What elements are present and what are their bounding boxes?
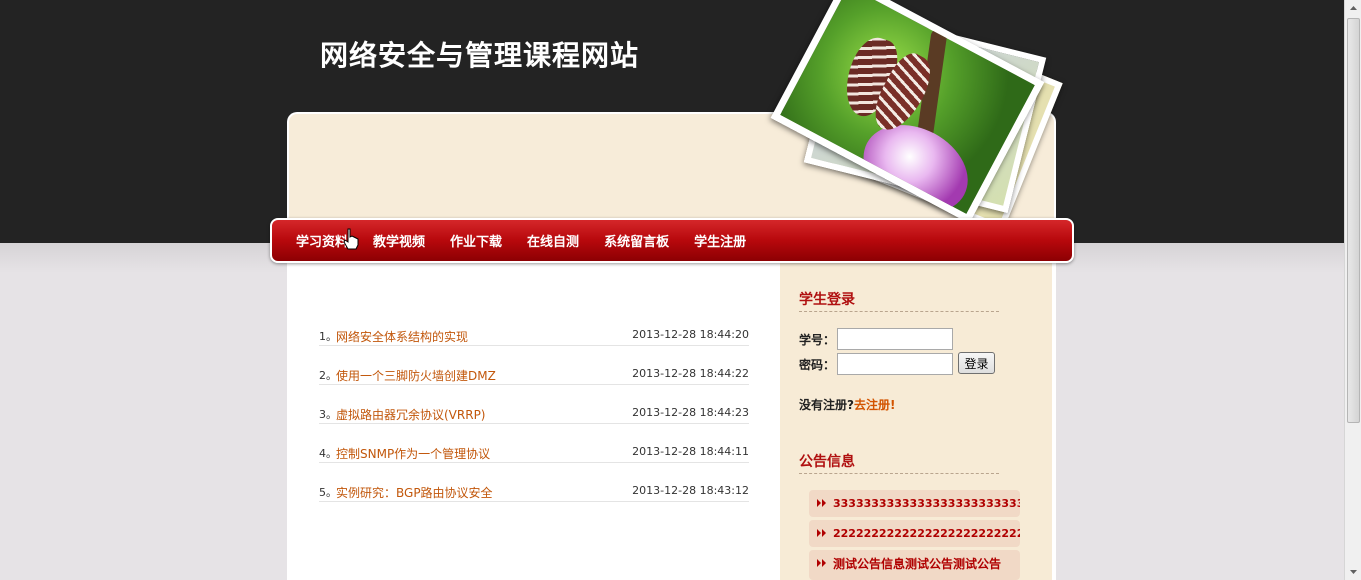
arrow-up-icon <box>1350 6 1357 10</box>
arrow-down-icon <box>1350 570 1357 574</box>
article-date: 2013-12-28 18:44:20 <box>632 328 749 341</box>
password-input[interactable] <box>837 353 954 375</box>
nav-item-teaching-videos[interactable]: 教学视频 <box>373 231 425 250</box>
login-button[interactable]: 登录 <box>958 352 995 374</box>
nav-item-study-materials[interactable]: 学习资料 <box>296 231 348 250</box>
butterfly-photo-stack <box>770 0 1063 232</box>
article-link[interactable]: 网络安全体系结构的实现 <box>336 328 468 345</box>
notice-item[interactable]: 33333333333333333333333333333 <box>809 490 1020 517</box>
article-date: 2013-12-28 18:44:22 <box>632 367 749 380</box>
article-date: 2013-12-28 18:43:12 <box>632 484 749 497</box>
item-number: 1。 <box>319 330 337 343</box>
double-arrow-icon <box>817 559 826 567</box>
article-link[interactable]: 实例研究：BGP路由协议安全 <box>336 484 493 501</box>
password-row: 密码： <box>799 353 954 375</box>
list-item: 4。 控制SNMP作为一个管理协议 2013-12-28 18:44:11 <box>319 442 749 463</box>
password-label: 密码： <box>799 357 836 372</box>
site-title: 网络安全与管理课程网站 <box>320 39 640 72</box>
article-list: 1。 网络安全体系结构的实现 2013-12-28 18:44:20 2。 使用… <box>319 325 749 520</box>
nav-item-message-board[interactable]: 系统留言板 <box>604 231 669 250</box>
double-arrow-icon <box>817 499 826 507</box>
register-prompt: 没有注册?去注册! <box>799 396 895 413</box>
nav-item-homework-download[interactable]: 作业下载 <box>450 231 502 250</box>
item-number: 4。 <box>319 447 337 460</box>
student-id-input[interactable] <box>837 328 954 350</box>
notice-item[interactable]: 测试公告信息测试公告测试公告 <box>809 550 1020 580</box>
article-link[interactable]: 虚拟路由器冗余协议(VRRP) <box>336 406 486 423</box>
register-prompt-text: 没有注册? <box>799 398 854 412</box>
item-number: 2。 <box>319 369 337 382</box>
list-item: 1。 网络安全体系结构的实现 2013-12-28 18:44:20 <box>319 325 749 346</box>
notice-item[interactable]: 22222222222222222222222222222 <box>809 520 1020 547</box>
login-heading: 学生登录 <box>799 289 999 312</box>
main-nav: 学习资料 教学视频 作业下载 在线自测 系统留言板 学生注册 <box>270 218 1074 263</box>
notice-text: 测试公告信息测试公告测试公告 <box>833 557 1002 571</box>
student-id-row: 学号： <box>799 328 954 350</box>
notice-text: 33333333333333333333333333333 <box>833 497 1020 510</box>
scroll-up-button[interactable] <box>1345 0 1361 17</box>
student-id-label: 学号： <box>799 332 836 347</box>
nav-item-student-register[interactable]: 学生注册 <box>694 231 746 250</box>
hand-cursor-icon <box>343 228 359 250</box>
article-date: 2013-12-28 18:44:23 <box>632 406 749 419</box>
double-arrow-icon <box>817 529 826 537</box>
list-item: 2。 使用一个三脚防火墙创建DMZ 2013-12-28 18:44:22 <box>319 364 749 385</box>
orchid-shape <box>848 107 983 224</box>
notice-text: 22222222222222222222222222222 <box>833 527 1020 540</box>
list-item: 3。 虚拟路由器冗余协议(VRRP) 2013-12-28 18:44:23 <box>319 403 749 424</box>
item-number: 3。 <box>319 408 337 421</box>
scroll-down-button[interactable] <box>1345 563 1361 580</box>
vertical-scrollbar[interactable] <box>1344 0 1361 580</box>
item-number: 5。 <box>319 486 337 499</box>
notice-heading: 公告信息 <box>799 451 999 474</box>
browser-viewport: 网络安全与管理课程网站 学习资料 教学视频 作业下载 在线自测 系统留言板 学生… <box>0 0 1344 580</box>
nav-item-online-test[interactable]: 在线自测 <box>527 231 579 250</box>
scroll-thumb[interactable] <box>1347 18 1360 423</box>
article-link[interactable]: 控制SNMP作为一个管理协议 <box>336 445 490 462</box>
article-link[interactable]: 使用一个三脚防火墙创建DMZ <box>336 367 496 384</box>
article-date: 2013-12-28 18:44:11 <box>632 445 749 458</box>
list-item: 5。 实例研究：BGP路由协议安全 2013-12-28 18:43:12 <box>319 481 749 502</box>
register-link[interactable]: 去注册! <box>854 398 895 412</box>
